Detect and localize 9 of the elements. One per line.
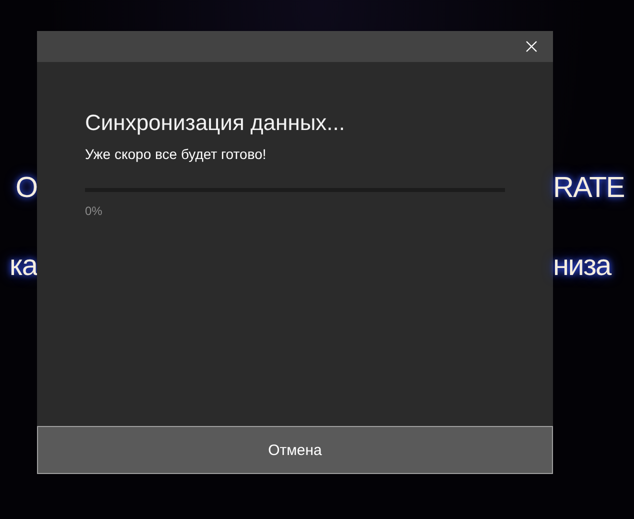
background-title: ка xyxy=(10,249,37,284)
dialog-title: Синхронизация данных... xyxy=(85,109,346,137)
progress-reading: 0% xyxy=(85,204,104,218)
close-icon[interactable] xyxy=(526,41,537,52)
background-title: низа xyxy=(553,249,611,284)
background-title: RATE xyxy=(553,171,624,206)
cancel-button[interactable]: Отмена xyxy=(37,426,553,474)
background-title: O xyxy=(15,171,37,206)
dialog-message: Уже скоро все будет готово! xyxy=(85,146,268,162)
